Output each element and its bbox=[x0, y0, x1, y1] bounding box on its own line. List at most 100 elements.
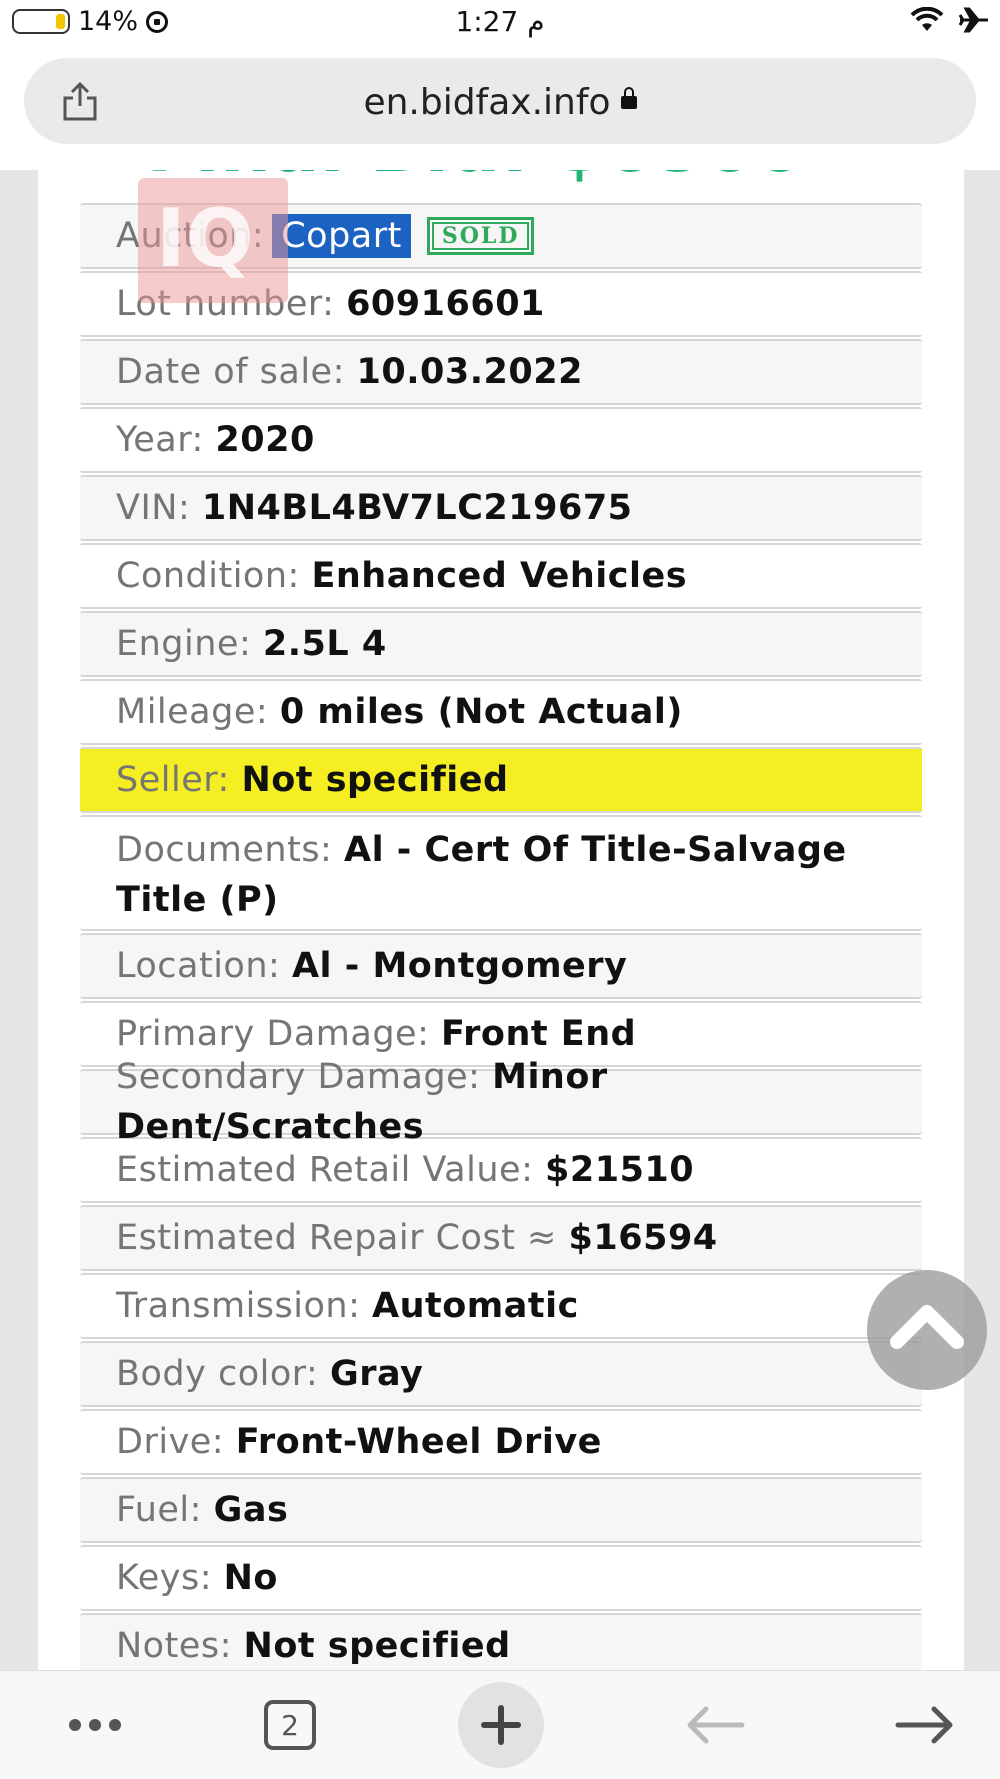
detail-value: Gas bbox=[213, 1490, 289, 1530]
detail-row: Date of sale: 10.03.2022 bbox=[80, 339, 922, 405]
detail-row: Seller: Not specified bbox=[80, 747, 922, 813]
detail-row: Keys: No bbox=[80, 1545, 922, 1611]
detail-row: VIN: 1N4BL4BV7LC219675 bbox=[80, 475, 922, 541]
detail-row-text: Transmission: Automatic bbox=[116, 1281, 579, 1331]
detail-label: Estimated Repair Cost ≈ bbox=[116, 1218, 557, 1258]
detail-value: 0 miles (Not Actual) bbox=[279, 692, 683, 732]
detail-value: 10.03.2022 bbox=[356, 352, 583, 392]
detail-row-text: Drive: Front-Wheel Drive bbox=[116, 1417, 602, 1467]
plus-icon bbox=[458, 1682, 544, 1768]
url-text-wrap: en.bidfax.info bbox=[24, 82, 976, 123]
detail-row-text: Notes: Not specified bbox=[116, 1621, 511, 1670]
lock-icon bbox=[620, 86, 637, 109]
detail-label: Seller: bbox=[116, 760, 230, 800]
detail-row: Fuel: Gas bbox=[80, 1477, 922, 1543]
detail-row: Notes: Not specified bbox=[80, 1613, 922, 1670]
detail-row: Year: 2020 bbox=[80, 407, 922, 473]
detail-row-text: Fuel: Gas bbox=[116, 1485, 288, 1535]
detail-label: Body color: bbox=[116, 1354, 319, 1394]
detail-value: Enhanced Vehicles bbox=[311, 556, 688, 596]
detail-row-text: Estimated Repair Cost ≈ $16594 bbox=[116, 1213, 718, 1263]
detail-row: Location: Al - Montgomery bbox=[80, 933, 922, 999]
detail-value: Front End bbox=[441, 1014, 637, 1054]
detail-row-text: Seller: Not specified bbox=[116, 755, 509, 805]
detail-row-text: Keys: No bbox=[116, 1553, 278, 1603]
detail-value: Automatic bbox=[372, 1286, 579, 1326]
detail-label: Year: bbox=[116, 420, 204, 460]
more-icon bbox=[69, 1719, 81, 1731]
detail-value: No bbox=[223, 1558, 278, 1598]
detail-label: Keys: bbox=[116, 1558, 212, 1598]
detail-row-text: Location: Al - Montgomery bbox=[116, 941, 627, 991]
chevron-up-icon bbox=[890, 1305, 964, 1349]
detail-row: Documents: Al - Cert Of Title-Salvage Ti… bbox=[80, 815, 922, 931]
lot-details-card: Final Bid: $6500 Auction: Copart SOLD Lo… bbox=[38, 170, 964, 1670]
detail-row-text: Engine: 2.5L 4 bbox=[116, 619, 387, 669]
detail-row: Estimated Repair Cost ≈ $16594 bbox=[80, 1205, 922, 1271]
detail-value: 2020 bbox=[215, 420, 315, 460]
detail-row-text: Year: 2020 bbox=[116, 415, 315, 465]
auction-copart-badge[interactable]: Copart bbox=[272, 214, 411, 258]
detail-label: VIN: bbox=[116, 488, 191, 528]
detail-row: Body color: Gray bbox=[80, 1341, 922, 1407]
detail-row-text: VIN: 1N4BL4BV7LC219675 bbox=[116, 483, 633, 533]
detail-label: Primary Damage: bbox=[116, 1014, 430, 1054]
new-tab-button[interactable] bbox=[458, 1671, 544, 1779]
details-table: Auction: Copart SOLD Lot number: 6091660… bbox=[80, 203, 922, 1670]
detail-value: 2.5L 4 bbox=[262, 624, 387, 664]
detail-row-text: Documents: Al - Cert Of Title-Salvage Ti… bbox=[116, 825, 886, 925]
more-menu-button[interactable] bbox=[50, 1671, 140, 1779]
tab-count: 2 bbox=[264, 1700, 316, 1750]
status-time: 1:27 م bbox=[455, 5, 545, 38]
detail-row-text: Secondary Damage: Minor Dent/Scratches bbox=[116, 1052, 886, 1152]
detail-label: Condition: bbox=[116, 556, 300, 596]
detail-row-text: Estimated Retail Value: $21510 bbox=[116, 1145, 694, 1195]
detail-label: Estimated Retail Value: bbox=[116, 1150, 534, 1190]
detail-label: Location: bbox=[116, 946, 281, 986]
detail-value: 1N4BL4BV7LC219675 bbox=[201, 488, 633, 528]
detail-label: Fuel: bbox=[116, 1490, 202, 1530]
status-bar: 14% 1:27 م bbox=[0, 0, 1000, 50]
detail-label: Notes: bbox=[116, 1626, 232, 1666]
detail-row-text: Condition: Enhanced Vehicles bbox=[116, 551, 687, 601]
detail-value: Al - Montgomery bbox=[291, 946, 628, 986]
detail-label: Documents: bbox=[116, 830, 333, 870]
arrow-right-icon bbox=[895, 1706, 953, 1744]
detail-row-text: Date of sale: 10.03.2022 bbox=[116, 347, 583, 397]
status-right bbox=[910, 6, 990, 34]
browser-address-area: en.bidfax.info bbox=[0, 50, 1000, 171]
watermark-text: IQ bbox=[156, 192, 254, 285]
airplane-icon bbox=[958, 7, 988, 33]
page-viewport[interactable]: Final Bid: $6500 Auction: Copart SOLD Lo… bbox=[0, 170, 1000, 1670]
detail-row: Engine: 2.5L 4 bbox=[80, 611, 922, 677]
detail-label: Date of sale: bbox=[116, 352, 345, 392]
detail-row-text: Body color: Gray bbox=[116, 1349, 423, 1399]
arrow-left-icon bbox=[687, 1706, 745, 1744]
detail-value: Front-Wheel Drive bbox=[235, 1422, 602, 1462]
detail-value: Not specified bbox=[243, 1626, 511, 1666]
detail-label: Mileage: bbox=[116, 692, 269, 732]
sold-stamp: SOLD bbox=[426, 217, 535, 255]
back-button[interactable] bbox=[680, 1671, 750, 1779]
detail-row: Condition: Enhanced Vehicles bbox=[80, 543, 922, 609]
detail-row: Secondary Damage: Minor Dent/Scratches bbox=[80, 1057, 922, 1147]
detail-label: Drive: bbox=[116, 1422, 225, 1462]
detail-value: Not specified bbox=[241, 760, 509, 800]
detail-row: Drive: Front-Wheel Drive bbox=[80, 1409, 922, 1475]
watermark-logo: IQ bbox=[138, 178, 288, 303]
scroll-to-top-button[interactable] bbox=[867, 1270, 987, 1390]
tabs-button[interactable]: 2 bbox=[255, 1671, 325, 1779]
detail-value: $21510 bbox=[545, 1150, 695, 1190]
detail-row: Mileage: 0 miles (Not Actual) bbox=[80, 679, 922, 745]
detail-rows: Lot number: 60916601 Date of sale: 10.03.… bbox=[80, 271, 922, 1670]
detail-label: Transmission: bbox=[116, 1286, 361, 1326]
detail-value: 60916601 bbox=[346, 284, 545, 324]
wifi-icon bbox=[910, 7, 944, 31]
detail-row-text: Mileage: 0 miles (Not Actual) bbox=[116, 687, 683, 737]
forward-button[interactable] bbox=[890, 1671, 960, 1779]
detail-value: Gray bbox=[329, 1354, 424, 1394]
detail-label: Engine: bbox=[116, 624, 252, 664]
detail-label: Secondary Damage: bbox=[116, 1057, 481, 1097]
url-text: en.bidfax.info bbox=[363, 82, 611, 123]
address-bar[interactable]: en.bidfax.info bbox=[24, 58, 976, 144]
